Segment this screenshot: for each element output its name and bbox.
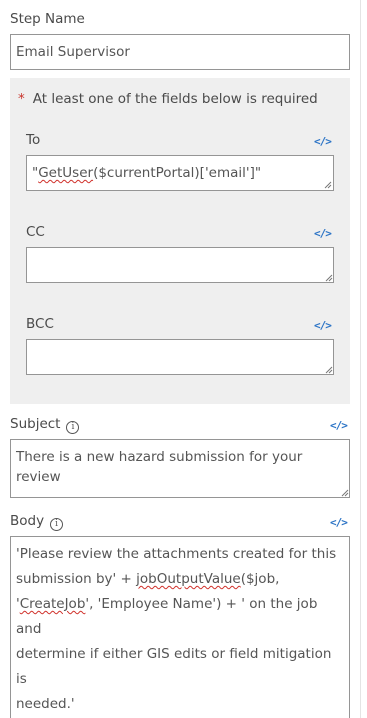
bcc-field[interactable] (26, 339, 334, 375)
required-star: * (18, 91, 25, 107)
subject-field[interactable]: There is a new hazard submission for you… (10, 439, 350, 498)
body-line: needed.' (16, 696, 75, 712)
bcc-expression-code-icon[interactable]: </> (314, 319, 332, 332)
step-name-input[interactable]: Email Supervisor (10, 34, 350, 70)
body-line: 'Please review the attachments created f… (16, 546, 337, 562)
resize-grip-icon[interactable] (324, 365, 333, 374)
to-expression-code-icon[interactable]: </> (314, 135, 332, 148)
subject-info-icon[interactable]: i (66, 421, 80, 434)
cc-field[interactable] (26, 247, 334, 283)
body-line: 'CreateJob', 'Employee Name') + ' on the… (16, 596, 318, 637)
required-notice: * At least one of the fields below is req… (18, 91, 318, 107)
body-line: determine if either GIS edits or field m… (16, 646, 332, 687)
body-line: submission by' + jobOutputValue($job, (16, 571, 280, 587)
cc-label: CC (26, 224, 45, 240)
cc-expression-code-icon[interactable]: </> (314, 227, 332, 240)
body-field[interactable]: 'Please review the attachments created f… (10, 536, 350, 718)
to-field[interactable]: "GetUser($currentPortal)['email']" (26, 155, 334, 191)
body-label: Body i (10, 512, 64, 531)
bcc-label: BCC (26, 316, 54, 332)
panel-right-border (360, 0, 361, 718)
subject-label: Subject i (10, 415, 80, 434)
resize-grip-icon[interactable] (323, 180, 332, 189)
to-label: To (26, 132, 41, 148)
step-name-label: Step Name (10, 11, 85, 27)
resize-grip-icon[interactable] (340, 488, 349, 497)
resize-grip-icon[interactable] (324, 273, 333, 282)
subject-expression-code-icon[interactable]: </> (330, 419, 348, 432)
body-expression-code-icon[interactable]: </> (330, 516, 348, 529)
recipients-group: * At least one of the fields below is req… (10, 78, 350, 404)
body-info-icon[interactable]: i (50, 518, 64, 531)
